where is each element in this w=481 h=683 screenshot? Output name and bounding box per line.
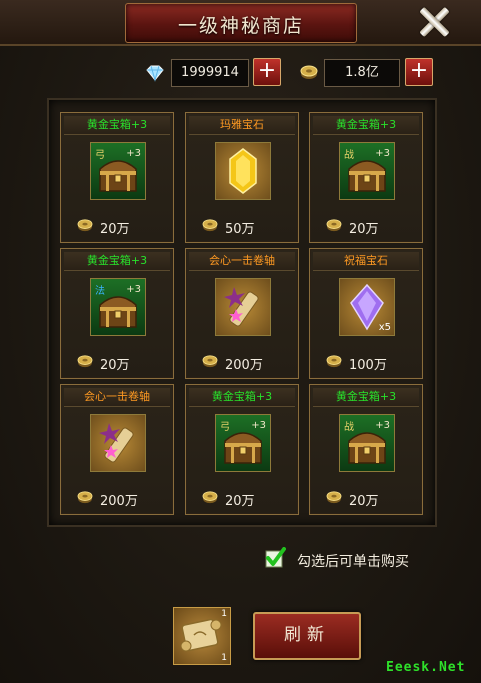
item-name: 玛雅宝石 [189, 116, 295, 135]
crit-scroll-icon [224, 287, 259, 327]
shop-item-cell[interactable]: 黄金宝箱+3 弓 +3 20万 [185, 384, 299, 515]
yellow-gem-icon [229, 148, 257, 194]
item-class-tag: 弓 [220, 422, 230, 433]
item-price: 20万 [202, 489, 292, 509]
item-plus-level: +3 [126, 148, 141, 159]
item-name: 会心一击卷轴 [64, 388, 170, 407]
mystery-shop-window: 一级神秘商店 1999914 + 1.8亿 + 黄金宝箱+3 弓 +3 20万 玛雅宝石… [0, 0, 481, 683]
item-name: 黄金宝箱+3 [64, 252, 170, 271]
crit-scroll-icon [99, 423, 134, 463]
item-count: x5 [378, 322, 391, 333]
shop-item-cell[interactable]: 祝福宝石 x5 100万 [309, 248, 423, 379]
item-price: 50万 [202, 217, 292, 237]
shop-item-cell[interactable]: 黄金宝箱+3 法 +3 20万 [60, 248, 174, 379]
shop-item-cell[interactable]: 玛雅宝石 50万 [185, 112, 299, 243]
item-price-text: 20万 [349, 222, 379, 237]
item-price-text: 100万 [349, 358, 387, 373]
refresh-scroll-item[interactable]: 1 1 [173, 607, 231, 665]
quick-buy-checkbox[interactable] [264, 547, 286, 569]
gold-coin-icon [77, 355, 93, 368]
title-bar: 一级神秘商店 [0, 0, 481, 46]
diamond-balance: 1999914 [171, 59, 249, 87]
shop-item-cell[interactable]: 黄金宝箱+3 战 +3 20万 [309, 112, 423, 243]
item-price-text: 20万 [100, 358, 130, 373]
gold-coin-icon [202, 219, 218, 232]
shop-item-cell[interactable]: 会心一击卷轴 200万 [60, 384, 174, 515]
item-plus-level: +3 [375, 148, 390, 159]
item-slot[interactable] [215, 142, 271, 200]
item-slot[interactable]: x5 [339, 278, 395, 336]
item-price-text: 200万 [225, 358, 263, 373]
item-name: 会心一击卷轴 [189, 252, 295, 271]
refresh-button[interactable]: 刷新 [253, 612, 361, 660]
watermark: Eeesk.Net [386, 660, 466, 675]
title-plate: 一级神秘商店 [125, 3, 357, 43]
scroll-count-top: 1 [221, 609, 227, 619]
scroll-count-bottom: 1 [221, 653, 227, 663]
add-gold-button[interactable]: + [405, 58, 433, 86]
item-slot[interactable]: 战 +3 [339, 414, 395, 472]
item-name: 黄金宝箱+3 [189, 388, 295, 407]
quick-buy-label[interactable]: 勾选后可单击购买 [297, 551, 409, 571]
window-title: 一级神秘商店 [177, 15, 304, 37]
gold-coin-icon [77, 491, 93, 504]
gold-coin-icon [326, 355, 342, 368]
add-diamonds-button[interactable]: + [253, 58, 281, 86]
shop-item-cell[interactable]: 黄金宝箱+3 弓 +3 20万 [60, 112, 174, 243]
item-class-tag: 法 [95, 286, 105, 297]
item-slot[interactable]: 法 +3 [90, 278, 146, 336]
item-slot[interactable]: 弓 +3 [90, 142, 146, 200]
item-price: 200万 [202, 353, 292, 373]
gold-coin-icon [202, 491, 218, 504]
item-plus-level: +3 [375, 420, 390, 431]
gold-coin-icon [326, 491, 342, 504]
gold-coin-icon [77, 219, 93, 232]
item-class-tag: 战 [344, 150, 354, 161]
item-name: 黄金宝箱+3 [64, 116, 170, 135]
item-price-text: 20万 [349, 494, 379, 509]
item-price: 20万 [326, 217, 416, 237]
item-price-text: 20万 [100, 222, 130, 237]
gold-balance: 1.8亿 [324, 59, 400, 87]
diamond-icon [146, 65, 164, 82]
item-class-tag: 弓 [95, 150, 105, 161]
shop-item-cell[interactable]: 会心一击卷轴 200万 [185, 248, 299, 379]
item-price-text: 20万 [225, 494, 255, 509]
item-slot[interactable]: 弓 +3 [215, 414, 271, 472]
item-price-text: 50万 [225, 222, 255, 237]
item-name: 祝福宝石 [313, 252, 419, 271]
item-slot[interactable]: 战 +3 [339, 142, 395, 200]
item-price: 20万 [77, 217, 167, 237]
item-price-text: 200万 [100, 494, 138, 509]
item-price: 20万 [326, 489, 416, 509]
gold-coin-icon [326, 219, 342, 232]
item-plus-level: +3 [126, 284, 141, 295]
gold-coin-icon [300, 65, 318, 79]
item-price: 20万 [77, 353, 167, 373]
item-slot[interactable] [90, 414, 146, 472]
item-name: 黄金宝箱+3 [313, 388, 419, 407]
item-plus-level: +3 [251, 420, 266, 431]
gold-coin-icon [202, 355, 218, 368]
close-button[interactable] [418, 6, 450, 38]
item-name: 黄金宝箱+3 [313, 116, 419, 135]
shop-item-cell[interactable]: 黄金宝箱+3 战 +3 20万 [309, 384, 423, 515]
item-price: 200万 [77, 489, 167, 509]
item-price: 100万 [326, 353, 416, 373]
item-slot[interactable] [215, 278, 271, 336]
item-class-tag: 战 [344, 422, 354, 433]
